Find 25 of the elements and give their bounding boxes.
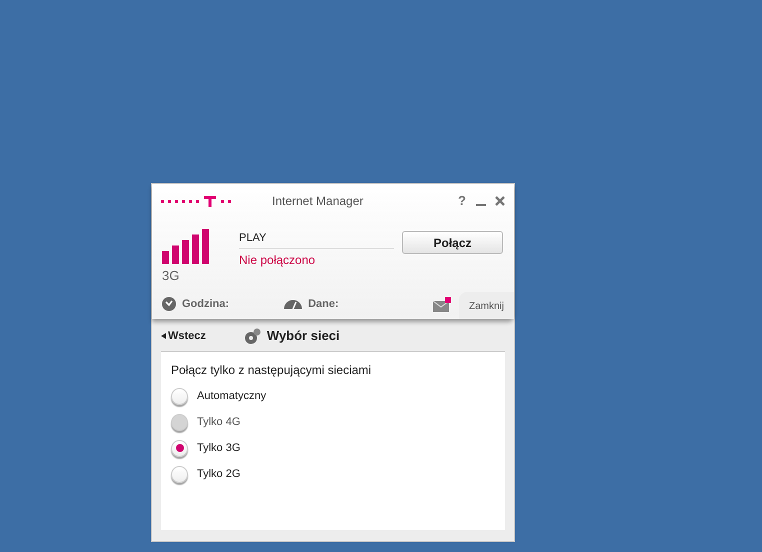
envelope-icon[interactable] <box>432 296 451 312</box>
connect-button[interactable]: Połącz <box>402 231 503 254</box>
connection-status: Nie połączono <box>239 252 316 268</box>
page-title: Wybór sieci <box>266 327 340 346</box>
radio-button[interactable] <box>171 388 188 404</box>
prompt-text: Połącz tylko z następującymi sieciami <box>171 362 372 379</box>
back-arrow-icon <box>161 333 166 339</box>
logo-icon <box>161 195 231 207</box>
option-label: Tylko 2G <box>197 466 240 482</box>
window-title: Internet Manager <box>272 193 364 210</box>
option-label: Tylko 4G <box>197 414 240 430</box>
operator-name: PLAY <box>239 230 394 248</box>
option-label: Tylko 3G <box>197 440 240 456</box>
option-label: Automatyczny <box>197 388 266 404</box>
network-type: 3G <box>162 267 180 285</box>
time-label: Godzina: <box>182 296 230 312</box>
speedometer-icon <box>284 299 302 309</box>
radio-button[interactable] <box>171 440 188 456</box>
radio-button[interactable] <box>171 466 188 482</box>
back-link[interactable]: Wstecz <box>161 328 206 344</box>
help-button[interactable]: ? <box>458 191 466 211</box>
close-icon[interactable] <box>495 196 505 206</box>
clock-icon <box>162 297 176 311</box>
close-tab[interactable]: Zamknij <box>458 292 514 319</box>
data-label: Dane: <box>308 296 339 312</box>
